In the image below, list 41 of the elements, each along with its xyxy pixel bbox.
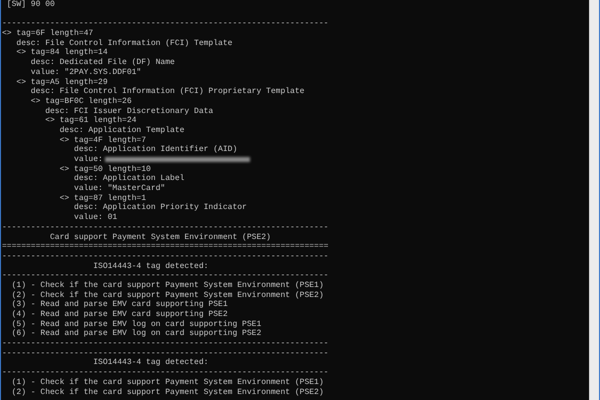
- console-line: (2) - Check if the card support Payment System Environment (PSE2): [10, 388, 324, 398]
- console-line: desc: Application Label: [73, 174, 184, 184]
- console-line: (4) - Read and parse EMV card supporting PSE2: [10, 310, 228, 320]
- console-line: (1) - Check if the card support Payment System Environment (PSE1): [10, 280, 324, 291]
- console-line: <> tag=4F length=7: [58, 136, 146, 145]
- console-line: desc: Dedicated File (DF) Name: [30, 58, 175, 68]
- console-line: <> tag=BF0C length=26: [30, 96, 132, 107]
- scrollbar[interactable]: [589, 0, 600, 400]
- console-line: <> tag=87 length=1: [58, 194, 146, 203]
- console-line: value:: [73, 155, 103, 165]
- console-line: (5) - Read and parse EMV log on card supporting PSE1: [10, 320, 262, 329]
- separator-line: --------------------------------------------------------------------: [2, 368, 328, 378]
- separator-line: --------------------------------------------------------------------: [2, 19, 328, 29]
- console-line: <> tag=A5 length=29: [15, 78, 108, 87]
- separator-line: --------------------------------------------------------------------: [2, 348, 328, 358]
- console-line: [SW] 90 00: [6, 0, 55, 10]
- console-line: <> tag=61 length=24: [44, 116, 136, 126]
- console-line: <> tag=84 length=14: [15, 48, 108, 58]
- console-line: <> tag=6F length=47: [2, 29, 94, 39]
- console-line: desc: File Control Information (FCI) Proprietary Template: [30, 87, 304, 97]
- console-line: (6) - Read and parse EMV log on card supporting PSE2: [10, 329, 262, 340]
- console-line: (3) - Read and parse EMV card supporting PSE1: [10, 300, 228, 310]
- console-line: desc: Application Identifier (AID): [73, 145, 238, 155]
- console-line: ISO14443-4 tag detected:: [92, 358, 208, 368]
- separator-line: ====================================================================: [2, 242, 328, 252]
- separator-line: --------------------------------------------------------------------: [2, 252, 328, 262]
- console-line: (1) - Check if the card support Payment System Environment (PSE1): [10, 378, 324, 388]
- console-line: ISO14443-4 tag detected:: [92, 262, 208, 272]
- separator-line: --------------------------------------------------------------------: [2, 222, 328, 232]
- console-line: Card support Payment System Environment (PSE2): [49, 232, 271, 242]
- console-line: value: "2PAY.SYS.DDF01": [30, 68, 142, 78]
- console-line: desc: File Control Information (FCI) Template: [15, 38, 232, 48]
- console-line: value: "MasterCard": [73, 184, 166, 194]
- console-line: desc: FCI Issuer Discretionary Data: [44, 106, 214, 116]
- console-line: desc: Application Priority Indicator: [73, 203, 247, 213]
- separator-line: --------------------------------------------------------------------: [2, 339, 328, 349]
- console-line: <> tag=50 length=10: [58, 164, 151, 174]
- console-line: (2) - Check if the card support Payment System Environment (PSE2): [10, 290, 324, 300]
- separator-line: --------------------------------------------------------------------: [2, 271, 328, 281]
- console-line: value: 01: [73, 213, 118, 223]
- console-line: desc: Application Template: [58, 126, 184, 136]
